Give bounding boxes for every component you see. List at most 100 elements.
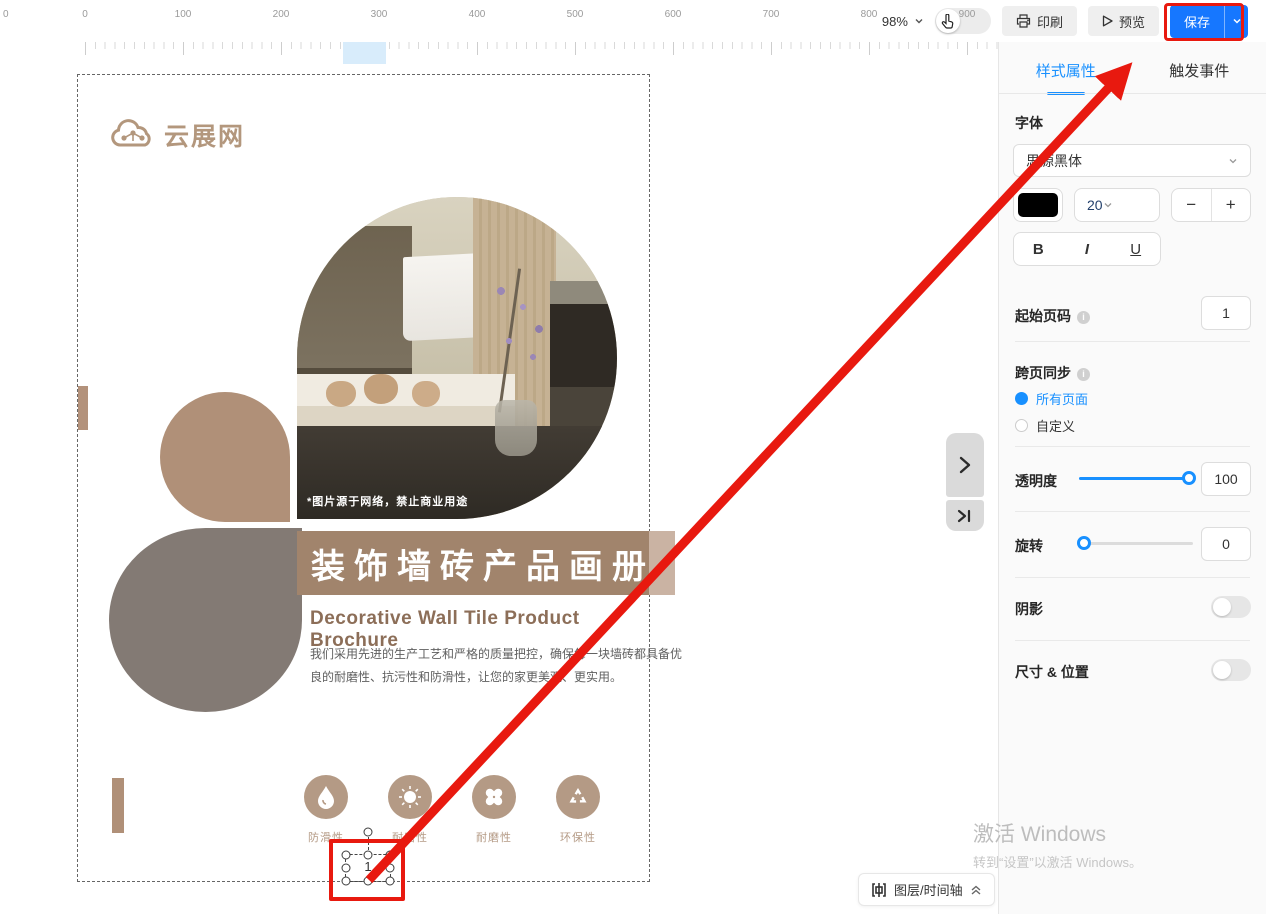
rotation-slider-track xyxy=(1077,542,1193,545)
photo-vase xyxy=(495,399,538,456)
resize-handle-sw[interactable] xyxy=(341,876,351,886)
font-color-swatch xyxy=(1018,193,1058,217)
opacity-slider[interactable] xyxy=(1079,471,1196,485)
rotation-slider-knob[interactable] xyxy=(1077,536,1091,550)
font-size-stepper: − + xyxy=(1171,188,1251,222)
rotation-slider[interactable] xyxy=(1077,536,1193,550)
resize-handle-e[interactable] xyxy=(385,863,395,873)
resize-handle-w[interactable] xyxy=(341,863,351,873)
size-position-toggle[interactable] xyxy=(1211,659,1251,681)
print-button[interactable]: 印刷 xyxy=(1001,6,1077,36)
resize-handle-s[interactable] xyxy=(363,876,373,886)
feature-label: 环保性 xyxy=(560,832,596,844)
rotation-input[interactable] xyxy=(1201,527,1251,561)
feature-label: 耐磨性 xyxy=(476,832,512,844)
radio-selected-icon xyxy=(1015,392,1028,405)
horizontal-ruler xyxy=(0,42,998,64)
double-chevron-up-icon xyxy=(971,885,981,895)
last-page-button[interactable] xyxy=(946,500,984,531)
info-icon[interactable]: i xyxy=(1077,368,1090,381)
resize-handle-n[interactable] xyxy=(363,850,373,860)
zoom-level-value: 98% xyxy=(881,13,908,29)
font-section-label: 字体 xyxy=(1015,115,1043,131)
opacity-label: 透明度 xyxy=(1015,473,1057,489)
save-dropdown-button[interactable] xyxy=(1224,4,1248,38)
opacity-slider-track xyxy=(1079,477,1193,480)
brand-name: 云展网 xyxy=(164,123,246,151)
rotation-handle[interactable] xyxy=(363,827,373,837)
left-edge-accent-shape xyxy=(78,386,88,430)
resize-handle-nw[interactable] xyxy=(341,850,351,860)
radio-custom-label: 自定义 xyxy=(1036,419,1076,434)
page-number-element[interactable]: 1 xyxy=(346,859,390,874)
photo-caption: *图片源于网络，禁止商业用途 xyxy=(307,496,469,508)
preview-button[interactable]: 预览 xyxy=(1087,6,1159,36)
tab-trigger-events[interactable]: 触发事件 xyxy=(1133,60,1266,95)
brochure-title: 装饰墙砖产品画册 xyxy=(311,547,655,586)
sun-icon xyxy=(399,786,421,808)
opacity-input[interactable] xyxy=(1201,462,1251,496)
feature-list: 防滑性 耐磨性 耐磨性 环保性 xyxy=(303,775,601,845)
radio-custom[interactable]: 自定义 xyxy=(1015,416,1075,435)
feature-wear-resistant[interactable]: 耐磨性 xyxy=(387,775,433,845)
feature-label: 防滑性 xyxy=(308,832,344,844)
print-label: 印刷 xyxy=(1036,14,1063,30)
font-family-select[interactable]: 思源黑体 xyxy=(1013,144,1251,177)
cross-page-sync-label: 跨页同步 i xyxy=(1015,363,1090,383)
hand-pointer-icon xyxy=(942,13,954,29)
title-banner[interactable]: 装饰墙砖产品画册 xyxy=(297,531,649,595)
ruler-selection-highlight xyxy=(343,42,386,64)
tan-blob-shape[interactable] xyxy=(160,392,290,522)
resize-handle-se[interactable] xyxy=(385,876,395,886)
tab-style-properties[interactable]: 样式属性 xyxy=(999,60,1133,95)
bandage-icon xyxy=(485,788,503,806)
layers-icon xyxy=(872,882,886,897)
zoom-level-dropdown[interactable]: 98% xyxy=(882,14,924,29)
chevron-down-icon xyxy=(915,19,923,24)
start-page-input[interactable] xyxy=(1201,296,1251,330)
shadow-toggle[interactable] xyxy=(1211,596,1251,618)
next-page-button[interactable] xyxy=(946,433,984,497)
layers-timeline-button[interactable]: 图层/时间轴 xyxy=(858,873,995,906)
brochure-description[interactable]: 我们采用先进的生产工艺和严格的质量把控，确保每一块墙砖都具备优良的耐磨性、抗污性… xyxy=(310,643,682,689)
size-position-label: 尺寸 & 位置 xyxy=(1015,664,1089,680)
chevron-down-icon xyxy=(1232,18,1241,24)
top-toolbar: 98% 印刷 预览 保存 xyxy=(0,0,1266,42)
divider xyxy=(1015,446,1250,447)
properties-panel: 样式属性 触发事件 字体 思源黑体 20 − + B I U 起始页码 i 跨页同… xyxy=(998,42,1266,914)
info-icon[interactable]: i xyxy=(1077,311,1090,324)
vertical-accent-bar xyxy=(112,778,124,833)
radio-all-pages[interactable]: 所有页面 xyxy=(1015,389,1088,408)
kitchen-photo[interactable]: *图片源于网络，禁止商业用途 xyxy=(297,197,617,519)
italic-button[interactable]: I xyxy=(1063,233,1112,265)
bold-button[interactable]: B xyxy=(1014,233,1063,265)
chevron-right-icon xyxy=(959,456,971,474)
brochure-page[interactable]: 云展网 *图片源于网络，禁止商业用途 装饰墙砖产品画册 Decorative W… xyxy=(77,74,682,886)
play-icon xyxy=(1102,15,1113,27)
font-size-decrease-button[interactable]: − xyxy=(1172,189,1211,221)
font-family-value: 思源黑体 xyxy=(1026,152,1082,169)
rotation-label: 旋转 xyxy=(1015,538,1043,554)
divider xyxy=(1015,640,1250,641)
save-split-button[interactable]: 保存 xyxy=(1169,4,1248,38)
chevron-to-end-icon xyxy=(957,509,971,522)
gray-blob-shape[interactable] xyxy=(109,528,302,712)
feature-anti-slip[interactable]: 防滑性 xyxy=(303,775,349,845)
chevron-down-icon xyxy=(1229,158,1237,163)
font-size-select[interactable]: 20 xyxy=(1074,188,1160,222)
divider xyxy=(1015,577,1250,578)
underline-button[interactable]: U xyxy=(1111,233,1160,265)
brand-logo: 云展网 xyxy=(110,117,245,153)
feature-durable[interactable]: 耐磨性 xyxy=(471,775,517,845)
font-color-button[interactable] xyxy=(1013,188,1063,222)
feature-eco[interactable]: 环保性 xyxy=(555,775,601,845)
font-size-value: 20 xyxy=(1087,197,1103,213)
design-canvas[interactable]: 云展网 *图片源于网络，禁止商业用途 装饰墙砖产品画册 Decorative W… xyxy=(0,64,998,914)
resize-handle-ne[interactable] xyxy=(385,850,395,860)
font-size-increase-button[interactable]: + xyxy=(1212,189,1251,221)
droplet-icon xyxy=(318,786,334,809)
radio-unselected-icon xyxy=(1015,419,1028,432)
save-button[interactable]: 保存 xyxy=(1170,5,1224,38)
opacity-slider-knob[interactable] xyxy=(1182,471,1196,485)
photo-left-cabinets xyxy=(297,225,413,375)
